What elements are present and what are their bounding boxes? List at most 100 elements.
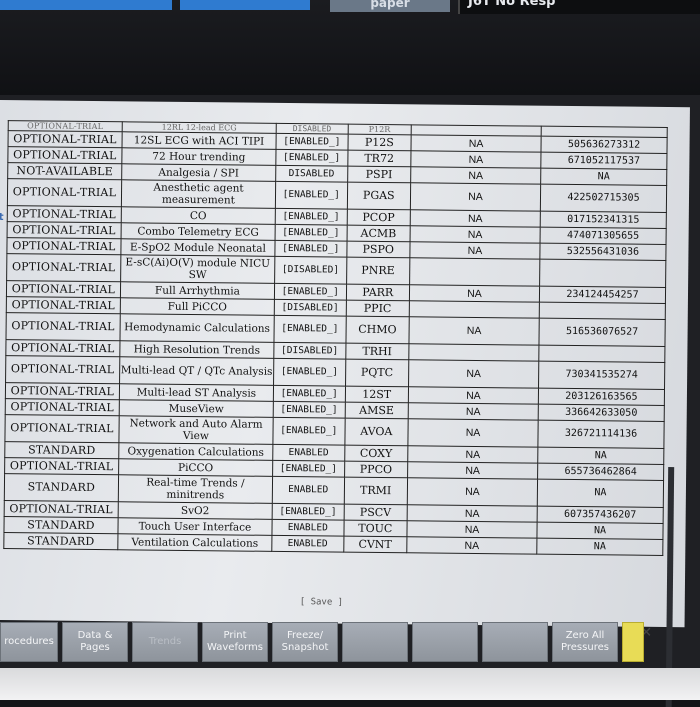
save-button[interactable]: [ Save ]	[300, 597, 343, 607]
feature-cell: Analgesia / SPI	[121, 163, 276, 182]
feature-cell: Multi-lead QT / QTc Analysis	[119, 356, 274, 386]
key-cell: 505636273312	[540, 136, 668, 154]
key-cell: 474071305655	[540, 227, 667, 245]
state-cell: [ENABLED_]	[273, 315, 346, 344]
top-tab-2[interactable]	[180, 0, 310, 10]
state-cell: [ENABLED_]	[274, 240, 347, 258]
code-cell: COXY	[344, 445, 408, 462]
key-cell: 655736462864	[537, 463, 664, 481]
status-cell: OPTIONAL-TRIAL	[7, 178, 122, 207]
feature-cell: Real-time Trends / minitrends	[118, 474, 273, 504]
state-cell: DISABLED	[275, 165, 348, 183]
state-cell: [DISABLED]	[274, 299, 346, 317]
side-mark: t	[0, 211, 4, 224]
value-cell: NA	[411, 134, 542, 153]
status-cell: OPTIONAL-TRIAL	[7, 205, 122, 223]
paper-button[interactable]: paper	[330, 0, 450, 12]
value-cell	[408, 343, 539, 362]
status-cell: OPTIONAL-TRIAL	[4, 500, 119, 518]
feature-cell: E-sC(Ai)O(V) module NICU SW	[120, 254, 275, 284]
status-cell: STANDARD	[4, 441, 119, 459]
code-cell: AMSE	[344, 402, 409, 419]
state-cell: [ENABLED_]	[275, 208, 347, 226]
code-cell: TRHI	[345, 343, 409, 360]
code-cell: PARR	[345, 284, 410, 301]
top-tab-1[interactable]	[0, 0, 172, 10]
key-cell: 203126163565	[538, 388, 665, 406]
key-cell: NA	[536, 522, 664, 540]
status-cell: OPTIONAL-TRIAL	[7, 221, 122, 239]
code-cell: PSPI	[347, 166, 411, 183]
bottom-bezel	[0, 668, 700, 700]
status-cell: OPTIONAL-TRIAL	[6, 296, 121, 314]
softkey-4[interactable]: Freeze/ Snapshot	[272, 622, 338, 662]
softkey-0[interactable]: rocedures	[0, 622, 58, 662]
feature-cell: Combo Telemetry ECG	[120, 222, 276, 241]
value-cell: NA	[410, 166, 541, 185]
softkey-6[interactable]	[412, 622, 478, 662]
feature-cell: Hemodynamic Calculations	[119, 313, 275, 343]
key-cell: 326721114136	[537, 420, 665, 449]
softkey-8[interactable]: Zero All Pressures	[552, 622, 618, 662]
status-cell: OPTIONAL-TRIAL	[4, 414, 120, 443]
software-options-table: OPTIONAL-TRIAL 12RL 12-lead ECG DISABLED P1…	[3, 120, 668, 556]
value-cell: NA	[408, 386, 539, 405]
feature-cell: PiCCO	[118, 458, 273, 477]
feature-cell: Anesthetic agent measurement	[121, 179, 276, 209]
state-cell: ENABLED	[272, 476, 345, 505]
state-cell: [ENABLED_]	[272, 503, 344, 521]
state-cell: [ENABLED_]	[273, 358, 346, 387]
state-cell: ENABLED	[272, 444, 345, 462]
value-cell: NA	[408, 402, 539, 421]
state-cell: [ENABLED_]	[275, 181, 348, 210]
softkey-3[interactable]: Print Waveforms	[202, 622, 268, 662]
status-cell: OPTIONAL-TRIAL	[5, 398, 120, 416]
code-cell: PGAS	[346, 182, 411, 210]
code-cell: ACMB	[346, 225, 411, 242]
value-cell: NA	[407, 504, 538, 523]
value-cell: NA	[408, 359, 539, 389]
softkey-7[interactable]	[482, 622, 548, 662]
value-cell: NA	[406, 520, 538, 539]
value-cell: NA	[407, 477, 538, 507]
code-cell: PPCO	[344, 461, 408, 478]
code-cell: CVNT	[343, 536, 407, 553]
status-cell: OPTIONAL-TRIAL	[5, 339, 120, 357]
feature-cell: Full Arrhythmia	[120, 281, 275, 300]
key-cell: 234124454257	[539, 286, 666, 304]
code-cell: AVOA	[344, 418, 409, 446]
state-cell: [ENABLED_]	[273, 401, 345, 419]
key-cell: NA	[537, 479, 664, 508]
value-cell: NA	[410, 209, 541, 228]
code-cell: CHMO	[345, 316, 410, 344]
code-cell: TRMI	[343, 477, 408, 505]
state-cell: ENABLED	[271, 519, 344, 537]
code-cell: TR72	[347, 150, 412, 167]
softkey-5[interactable]	[342, 622, 408, 662]
softkey-bar: rocedures Data & Pages Trends Print Wavefor…	[0, 620, 700, 665]
feature-cell: E-SpO2 Module Neonatal	[120, 238, 276, 257]
softkey-2[interactable]: Trends	[132, 622, 198, 662]
feature-cell: Touch User Interface	[117, 517, 273, 536]
value-cell: NA	[410, 225, 541, 244]
value-cell: NA	[410, 150, 541, 169]
state-cell: [ENABLED_]	[274, 283, 347, 301]
state-cell: ENABLED	[271, 535, 344, 553]
feature-cell: 72 Hour trending	[121, 147, 277, 166]
value-cell: NA	[408, 316, 540, 346]
code-cell: PQTC	[345, 359, 409, 387]
feature-cell: MuseView	[119, 399, 274, 418]
status-cell: OPTIONAL-TRIAL	[6, 253, 121, 282]
code-cell: P12S	[347, 134, 412, 151]
softkey-1[interactable]: Data & Pages	[62, 622, 128, 662]
value-cell: NA	[407, 461, 538, 480]
status-cell: OPTIONAL-TRIAL	[4, 457, 119, 475]
state-cell: [ENABLED_]	[272, 417, 345, 446]
status-cell: OPTIONAL-TRIAL	[7, 146, 122, 164]
feature-cell: Network and Auto Alarm View	[118, 415, 274, 445]
key-cell	[539, 259, 666, 288]
key-cell: NA	[536, 538, 663, 556]
key-cell: 017152341315	[540, 211, 667, 229]
key-cell: 516536076527	[538, 318, 666, 347]
softkey-9[interactable]	[622, 622, 644, 662]
